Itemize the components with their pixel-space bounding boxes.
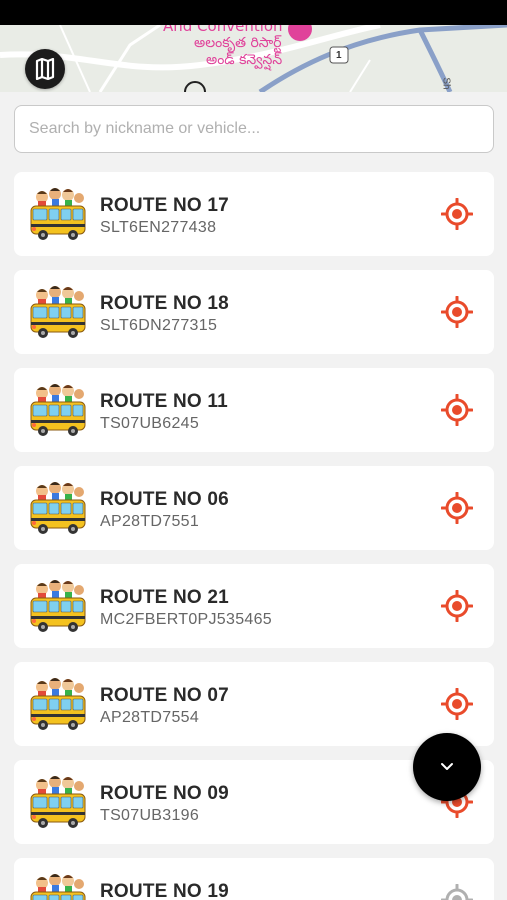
route-name: ROUTE NO 07 (100, 685, 229, 706)
locate-target-icon[interactable] (441, 394, 473, 426)
map-place-label-telugu-2: అండ్ కన్వెన్షన్ (206, 52, 283, 68)
road-shield-label: 1 (336, 50, 342, 61)
route-card[interactable]: ROUTE NO 18 SLT6DN277315 (14, 270, 494, 354)
map-view[interactable]: And Convention అలంకృత రిసార్ట్ అండ్ కన్వ… (0, 25, 507, 92)
school-bus-icon (30, 384, 86, 436)
vehicle-number: TS07UB3196 (100, 807, 200, 824)
route-card[interactable]: ROUTE NO 11 TS07UB6245 (14, 368, 494, 452)
locate-target-icon[interactable] (441, 492, 473, 524)
route-card[interactable]: ROUTE NO 21 MC2FBERT0PJ535465 (14, 564, 494, 648)
route-name: ROUTE NO 17 (100, 195, 229, 216)
vehicle-number: SLT6DN277315 (100, 317, 218, 334)
status-bar (0, 0, 507, 25)
route-name: ROUTE NO 11 (100, 391, 228, 412)
map-toggle-button[interactable] (25, 49, 65, 89)
search-input[interactable] (29, 120, 493, 138)
route-card[interactable]: ROUTE NO 07 AP28TD7554 (14, 662, 494, 746)
route-card[interactable]: ROUTE NO 19 (14, 858, 494, 900)
route-name: ROUTE NO 18 (100, 293, 229, 314)
app-screen: And Convention అలంకృత రిసార్ట్ అండ్ కన్వ… (0, 0, 507, 900)
vehicle-number: AP28TD7554 (100, 709, 200, 726)
map-place-label: And Convention (163, 25, 283, 35)
school-bus-icon (30, 482, 86, 534)
school-bus-icon (30, 874, 86, 900)
school-bus-icon (30, 776, 86, 828)
locate-target-icon[interactable] (441, 590, 473, 622)
scroll-down-button[interactable] (413, 733, 481, 801)
route-name: ROUTE NO 06 (100, 489, 229, 510)
vehicle-number: AP28TD7551 (100, 513, 200, 530)
map-icon (35, 58, 55, 80)
route-name: ROUTE NO 09 (100, 783, 229, 804)
vehicle-number: SLT6EN277438 (100, 219, 217, 236)
route-card[interactable]: ROUTE NO 17 SLT6EN277438 (14, 172, 494, 256)
locate-target-icon[interactable] (441, 688, 473, 720)
school-bus-icon (30, 678, 86, 730)
locate-target-icon[interactable] (441, 884, 473, 900)
locate-target-icon[interactable] (441, 198, 473, 230)
search-box[interactable] (14, 105, 494, 153)
school-bus-icon (30, 188, 86, 240)
vehicle-number: MC2FBERT0PJ535465 (100, 611, 272, 628)
route-card[interactable]: ROUTE NO 06 AP28TD7551 (14, 466, 494, 550)
chevron-down-icon (441, 763, 453, 770)
map-edge-label: Sh (440, 77, 452, 90)
school-bus-icon (30, 286, 86, 338)
vehicle-number: TS07UB6245 (100, 415, 200, 432)
school-bus-icon (30, 580, 86, 632)
locate-target-icon[interactable] (441, 296, 473, 328)
route-name: ROUTE NO 19 (100, 881, 229, 900)
route-name: ROUTE NO 21 (100, 587, 229, 608)
